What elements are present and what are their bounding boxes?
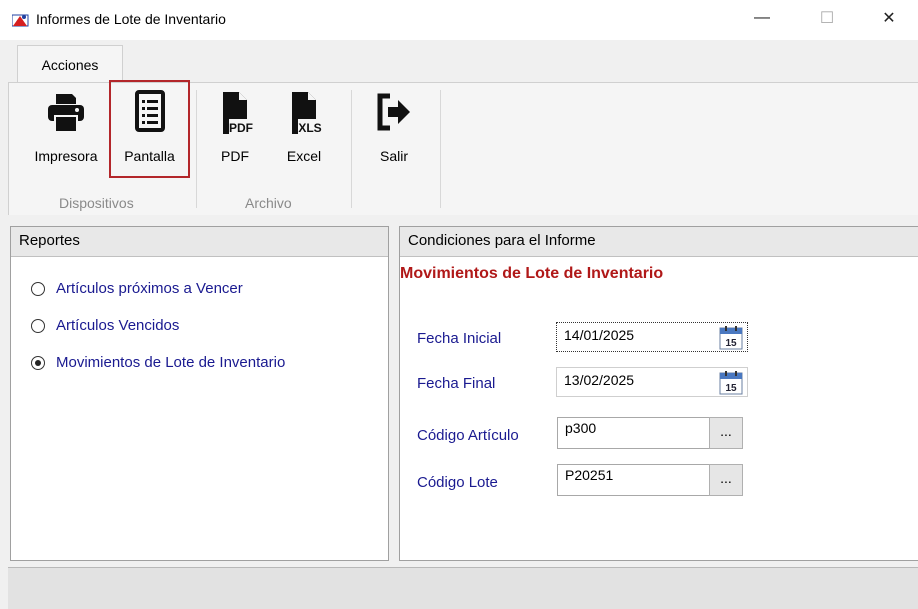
reportes-header: Reportes xyxy=(11,227,388,257)
ribbon: Acciones Impresora Pantalla PDF PDF XLS … xyxy=(0,40,918,215)
fecha-final-label: Fecha Final xyxy=(417,375,496,392)
radio-button[interactable] xyxy=(31,318,45,333)
codigo-articulo-input[interactable]: p300 xyxy=(557,417,710,449)
tab-acciones-label: Acciones xyxy=(41,56,99,73)
radio-button[interactable] xyxy=(31,281,45,296)
radio-label: Movimientos de Lote de Inventario xyxy=(56,354,286,371)
fecha-inicial-label: Fecha Inicial xyxy=(417,330,502,347)
condiciones-panel: Condiciones para el Informe Movimientos … xyxy=(399,226,918,561)
radio-option-proximos-vencer[interactable]: Artículos próximos a Vencer xyxy=(31,280,243,297)
fecha-inicial-picker[interactable]: 14/01/2025 15 xyxy=(556,322,748,352)
reportes-panel: Reportes Artículos próximos a Vencer Art… xyxy=(10,226,389,561)
pdf-file-icon: PDF xyxy=(223,92,253,135)
salir-label: Salir xyxy=(379,148,408,164)
group-label-dispositivos: Dispositivos xyxy=(59,195,134,211)
report-list-icon xyxy=(134,90,165,132)
radio-label: Artículos próximos a Vencer xyxy=(56,280,243,297)
codigo-lote-label: Código Lote xyxy=(417,474,498,491)
fecha-final-value: 13/02/2025 xyxy=(564,372,635,388)
pdf-button[interactable]: PDF PDF xyxy=(210,90,260,182)
close-button[interactable]: ✕ xyxy=(866,0,912,36)
excel-button[interactable]: XLS Excel xyxy=(279,90,329,182)
group-divider xyxy=(351,90,352,208)
codigo-lote-browse-button[interactable]: ... xyxy=(709,464,743,496)
codigo-lote-input[interactable]: P20251 xyxy=(557,464,710,496)
calendar-icon[interactable]: 15 xyxy=(719,371,743,395)
title-bar: Informes de Lote de Inventario — ☐ ✕ xyxy=(0,0,918,40)
codigo-articulo-label: Código Artículo xyxy=(417,427,519,444)
svg-text:PDF: PDF xyxy=(229,121,253,135)
svg-text:15: 15 xyxy=(725,338,737,349)
salir-button[interactable]: Salir xyxy=(369,90,419,182)
condiciones-header: Condiciones para el Informe xyxy=(400,227,918,257)
group-label-archivo: Archivo xyxy=(245,195,292,211)
fecha-final-picker[interactable]: 13/02/2025 15 xyxy=(556,367,748,397)
codigo-articulo-value: p300 xyxy=(565,420,597,436)
radio-option-vencidos[interactable]: Artículos Vencidos xyxy=(31,317,179,334)
selected-report-title: Movimientos de Lote de Inventario xyxy=(400,265,664,282)
group-divider xyxy=(440,90,441,208)
impresora-button[interactable]: Impresora xyxy=(26,90,106,182)
svg-text:XLS: XLS xyxy=(298,121,321,135)
calendar-icon[interactable]: 15 xyxy=(719,326,743,350)
window-title: Informes de Lote de Inventario xyxy=(36,11,226,27)
impresora-label: Impresora xyxy=(34,148,98,164)
svg-text:15: 15 xyxy=(725,383,737,394)
app-icon xyxy=(12,14,29,27)
pantalla-label: Pantalla xyxy=(124,148,175,164)
radio-button-selected[interactable] xyxy=(31,355,45,370)
minimize-button[interactable]: — xyxy=(739,0,785,36)
printer-icon xyxy=(48,94,84,133)
codigo-articulo-browse-button[interactable]: ... xyxy=(709,417,743,449)
status-bar xyxy=(8,567,918,609)
radio-option-movimientos-lote[interactable]: Movimientos de Lote de Inventario xyxy=(31,354,285,371)
group-divider xyxy=(196,90,197,208)
radio-label: Artículos Vencidos xyxy=(56,317,180,334)
fecha-inicial-value: 14/01/2025 xyxy=(564,327,635,343)
xls-file-icon: XLS xyxy=(292,92,322,135)
maximize-button[interactable]: ☐ xyxy=(804,0,850,36)
codigo-lote-value: P20251 xyxy=(565,467,614,483)
pantalla-button[interactable]: Pantalla xyxy=(109,80,190,178)
exit-icon xyxy=(377,93,410,131)
tab-acciones[interactable]: Acciones xyxy=(17,45,123,83)
pdf-label: PDF xyxy=(221,148,249,164)
excel-label: Excel xyxy=(286,148,322,164)
